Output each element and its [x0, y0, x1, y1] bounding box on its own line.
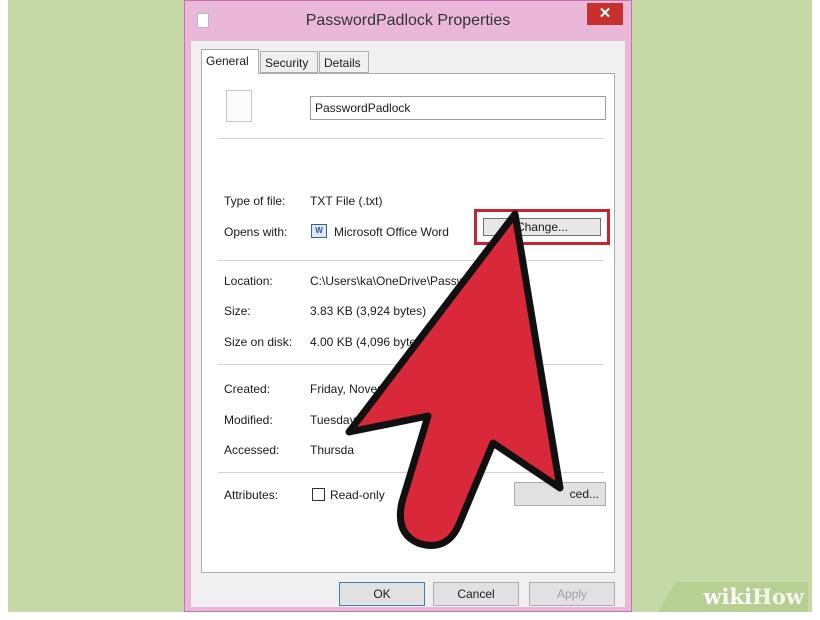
divider	[218, 138, 604, 139]
close-button[interactable]: ✕	[587, 3, 623, 25]
type-of-file-label: Type of file:	[224, 194, 286, 208]
title-bar[interactable]: PasswordPadlock Properties ✕	[185, 1, 631, 41]
properties-window: PasswordPadlock Properties ✕ General Sec…	[184, 0, 632, 612]
opens-with-value: Microsoft Office Word	[334, 225, 449, 239]
created-label: Created:	[224, 382, 271, 396]
word-app-icon: W	[311, 224, 327, 238]
cancel-button[interactable]: Cancel	[433, 582, 519, 606]
divider	[218, 260, 604, 261]
type-of-file-value: TXT File (.txt)	[310, 194, 383, 208]
hidden-checkbox[interactable]	[407, 488, 420, 501]
tab-general[interactable]: General	[201, 49, 259, 74]
tab-security[interactable]: Security	[260, 51, 318, 73]
size-label: Size:	[224, 304, 251, 318]
tab-details[interactable]: Details	[319, 51, 369, 73]
general-tab-panel: PasswordPadlock Type of file: TXT File (…	[201, 73, 615, 573]
background-panel-left	[8, 0, 184, 612]
advanced-button[interactable]: ced...	[514, 482, 606, 506]
location-label: Location:	[224, 274, 273, 288]
background-panel-right	[632, 0, 812, 612]
change-button-highlight: Change...	[474, 209, 610, 245]
modified-value: Tuesday, Ju	[310, 413, 375, 427]
dialog-client-area: General Security Details PasswordPadlock…	[191, 41, 625, 607]
size-on-disk-value: 4.00 KB (4,096 bytes)	[310, 335, 427, 349]
readonly-label: Read-only	[330, 488, 385, 502]
change-button[interactable]: Change...	[483, 218, 601, 236]
size-on-disk-label: Size on disk:	[224, 335, 293, 349]
created-value: Friday, November	[310, 382, 405, 396]
ok-button[interactable]: OK	[339, 582, 425, 606]
apply-button[interactable]: Apply	[529, 582, 615, 606]
attributes-label: Attributes:	[224, 488, 279, 502]
accessed-label: Accessed:	[224, 443, 280, 457]
readonly-checkbox[interactable]	[312, 488, 325, 501]
opens-with-label: Opens with:	[224, 225, 288, 239]
location-value: C:\Users\ka\OneDrive\PasswordPadlock	[310, 274, 526, 288]
wikihow-watermark: wikiHow	[658, 582, 808, 612]
close-icon: ✕	[598, 5, 612, 22]
size-value: 3.83 KB (3,924 bytes)	[310, 304, 427, 318]
filename-field[interactable]: PasswordPadlock	[310, 96, 606, 120]
window-title: PasswordPadlock Properties	[305, 12, 511, 29]
accessed-value: Thursda	[310, 443, 355, 457]
document-icon	[226, 90, 252, 122]
divider	[218, 364, 604, 365]
divider	[218, 472, 604, 473]
modified-label: Modified:	[224, 413, 273, 427]
